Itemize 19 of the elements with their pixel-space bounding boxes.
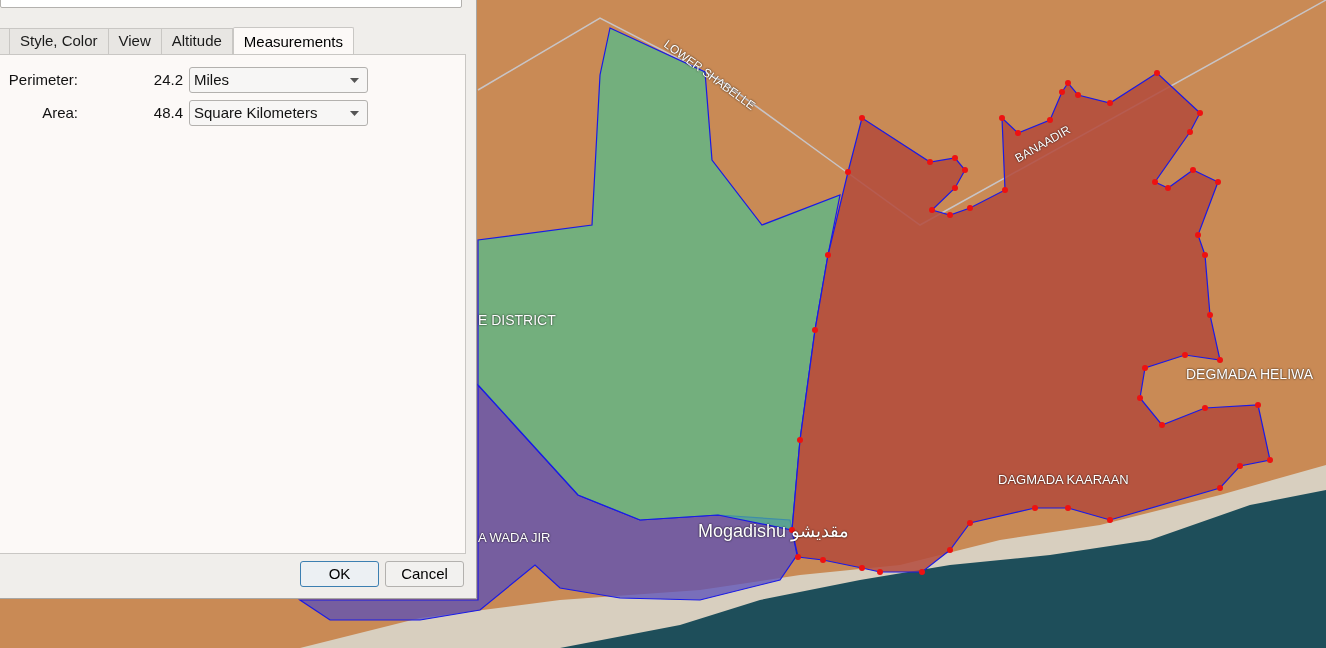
map-label: DEGMADA HELIWA [1186,365,1314,384]
measurement-value: 48.4 [152,102,184,123]
map-label: DAGMADA KAARAAN [998,471,1129,489]
map-label: E DISTRICT [478,311,556,330]
measurement-value: 24.2 [152,69,184,90]
unit-dropdown[interactable]: Miles [189,67,368,93]
field-label: Perimeter: [7,69,78,90]
dialog-button[interactable]: OK [300,561,379,587]
field-label: Area: [41,102,78,123]
tab[interactable]: Measurements [232,27,355,56]
map-label: Mogadishu مقديشو [698,520,850,544]
caret-icon [350,110,359,116]
map-label: A WADA JIR [478,529,551,547]
caret-icon [350,77,359,83]
dialog-button[interactable]: Cancel [385,561,464,587]
tab[interactable] [0,28,10,55]
tab[interactable]: Altitude [161,28,233,55]
tab[interactable]: Style, Color [10,28,109,55]
unit-dropdown[interactable]: Square Kilometers [189,100,368,126]
